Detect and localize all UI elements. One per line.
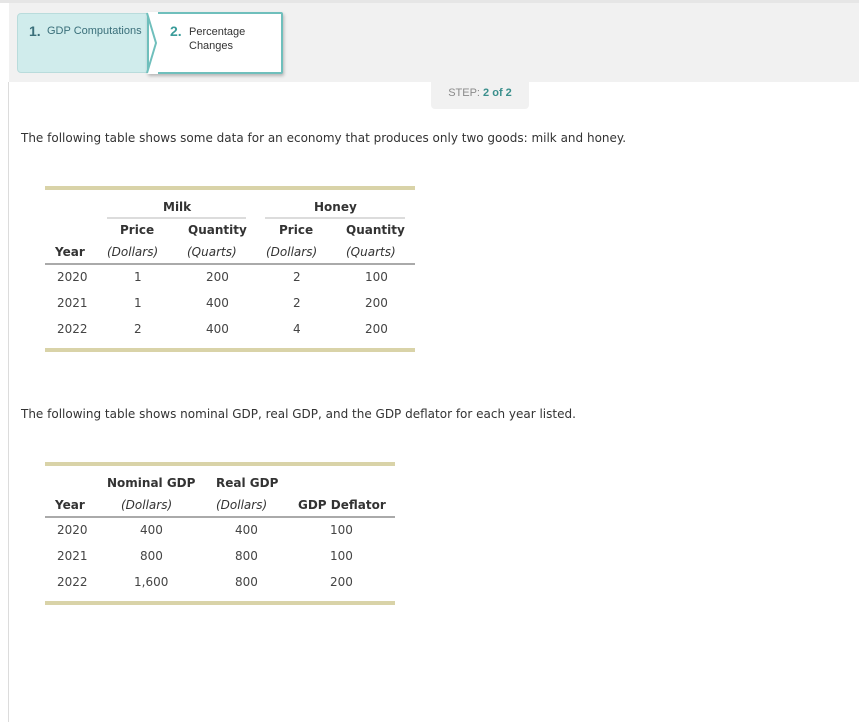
- cell-milk-price: 1: [134, 270, 142, 284]
- table-row: 2020 400 400 100: [45, 523, 395, 543]
- intro-text-1: The following table shows some data for …: [21, 131, 627, 145]
- unit-honey-quantity: (Quarts): [346, 245, 396, 259]
- cell-year: 2021: [57, 549, 88, 563]
- tab-percentage-changes[interactable]: 2. Percentage Changes: [147, 12, 283, 74]
- table1-bottom-rule: [45, 348, 415, 352]
- cell-honey-quantity: 200: [365, 296, 388, 310]
- app-frame: 1. GDP Computations 2. Percentage Change…: [0, 0, 859, 722]
- col-header-milk-quantity: Quantity: [188, 223, 247, 237]
- tab-number: 1.: [29, 23, 41, 39]
- col-header-milk-price: Price: [120, 223, 155, 237]
- cell-nominal-gdp: 400: [140, 523, 163, 537]
- unit-milk-quantity: (Quarts): [187, 245, 237, 259]
- intro-text-2: The following table shows nominal GDP, r…: [21, 407, 576, 421]
- group-header-honey: Honey: [314, 200, 357, 214]
- cell-milk-quantity: 400: [206, 322, 229, 336]
- tab-number: 2.: [170, 23, 182, 39]
- col-header-honey-quantity: Quantity: [346, 223, 405, 237]
- cell-honey-price: 2: [293, 270, 301, 284]
- cell-nominal-gdp: 1,600: [134, 575, 169, 589]
- cell-year: 2022: [57, 575, 88, 589]
- col-header-real-gdp: Real GDP: [216, 476, 279, 490]
- cell-honey-quantity: 100: [365, 270, 388, 284]
- step-current: 2 of 2: [483, 87, 512, 99]
- cell-milk-price: 2: [134, 322, 142, 336]
- cell-real-gdp: 800: [235, 575, 258, 589]
- cell-honey-price: 2: [293, 296, 301, 310]
- table-row: 2021 800 800 100: [45, 549, 395, 569]
- cell-milk-price: 1: [134, 296, 142, 310]
- cell-real-gdp: 800: [235, 549, 258, 563]
- table2-body: Nominal GDP Real GDP Year (Dollars) (Dol…: [45, 466, 395, 606]
- cell-year: 2021: [57, 296, 88, 310]
- col-header-year: Year: [55, 245, 85, 259]
- table1-body: Milk Honey Price Quantity Price Quantity…: [45, 190, 415, 350]
- col-header-honey-price: Price: [279, 223, 314, 237]
- col-header-year: Year: [55, 498, 85, 512]
- cell-year: 2020: [57, 523, 88, 537]
- step-prefix: STEP:: [448, 87, 484, 99]
- table-row: 2020 1 200 2 100: [45, 270, 415, 290]
- unit-real-gdp: (Dollars): [216, 498, 268, 512]
- unit-nominal-gdp: (Dollars): [121, 498, 173, 512]
- group-header-milk: Milk: [163, 200, 192, 214]
- cell-honey-price: 4: [293, 322, 301, 336]
- tab-label-line2: Changes: [189, 40, 234, 52]
- table2-bottom-rule: [45, 601, 395, 605]
- table-row: 2021 1 400 2 200: [45, 296, 415, 316]
- cell-gdp-deflator: 100: [330, 549, 353, 563]
- content-left-border: [8, 82, 9, 722]
- cell-year: 2020: [57, 270, 88, 284]
- col-header-nominal-gdp: Nominal GDP: [107, 476, 196, 490]
- tab-label-line1: Percentage: [189, 26, 246, 38]
- cell-real-gdp: 400: [235, 523, 258, 537]
- table-row: 2022 2 400 4 200: [45, 322, 415, 342]
- cell-nominal-gdp: 800: [140, 549, 163, 563]
- step-indicator: STEP: 2 of 2: [431, 82, 529, 109]
- tab-arrow-icon: [146, 12, 158, 74]
- table-row: 2022 1,600 800 200: [45, 575, 395, 595]
- tab-gdp-computations[interactable]: 1. GDP Computations: [17, 13, 157, 73]
- cell-gdp-deflator: 200: [330, 575, 353, 589]
- unit-honey-price: (Dollars): [266, 245, 318, 259]
- cell-milk-quantity: 400: [206, 296, 229, 310]
- col-header-gdp-deflator: GDP Deflator: [298, 498, 386, 512]
- tab-label: Percentage Changes: [189, 25, 245, 53]
- cell-year: 2022: [57, 322, 88, 336]
- cell-gdp-deflator: 100: [330, 523, 353, 537]
- tab-label: GDP Computations: [47, 25, 142, 37]
- unit-milk-price: (Dollars): [107, 245, 159, 259]
- cell-milk-quantity: 200: [206, 270, 229, 284]
- cell-honey-quantity: 200: [365, 322, 388, 336]
